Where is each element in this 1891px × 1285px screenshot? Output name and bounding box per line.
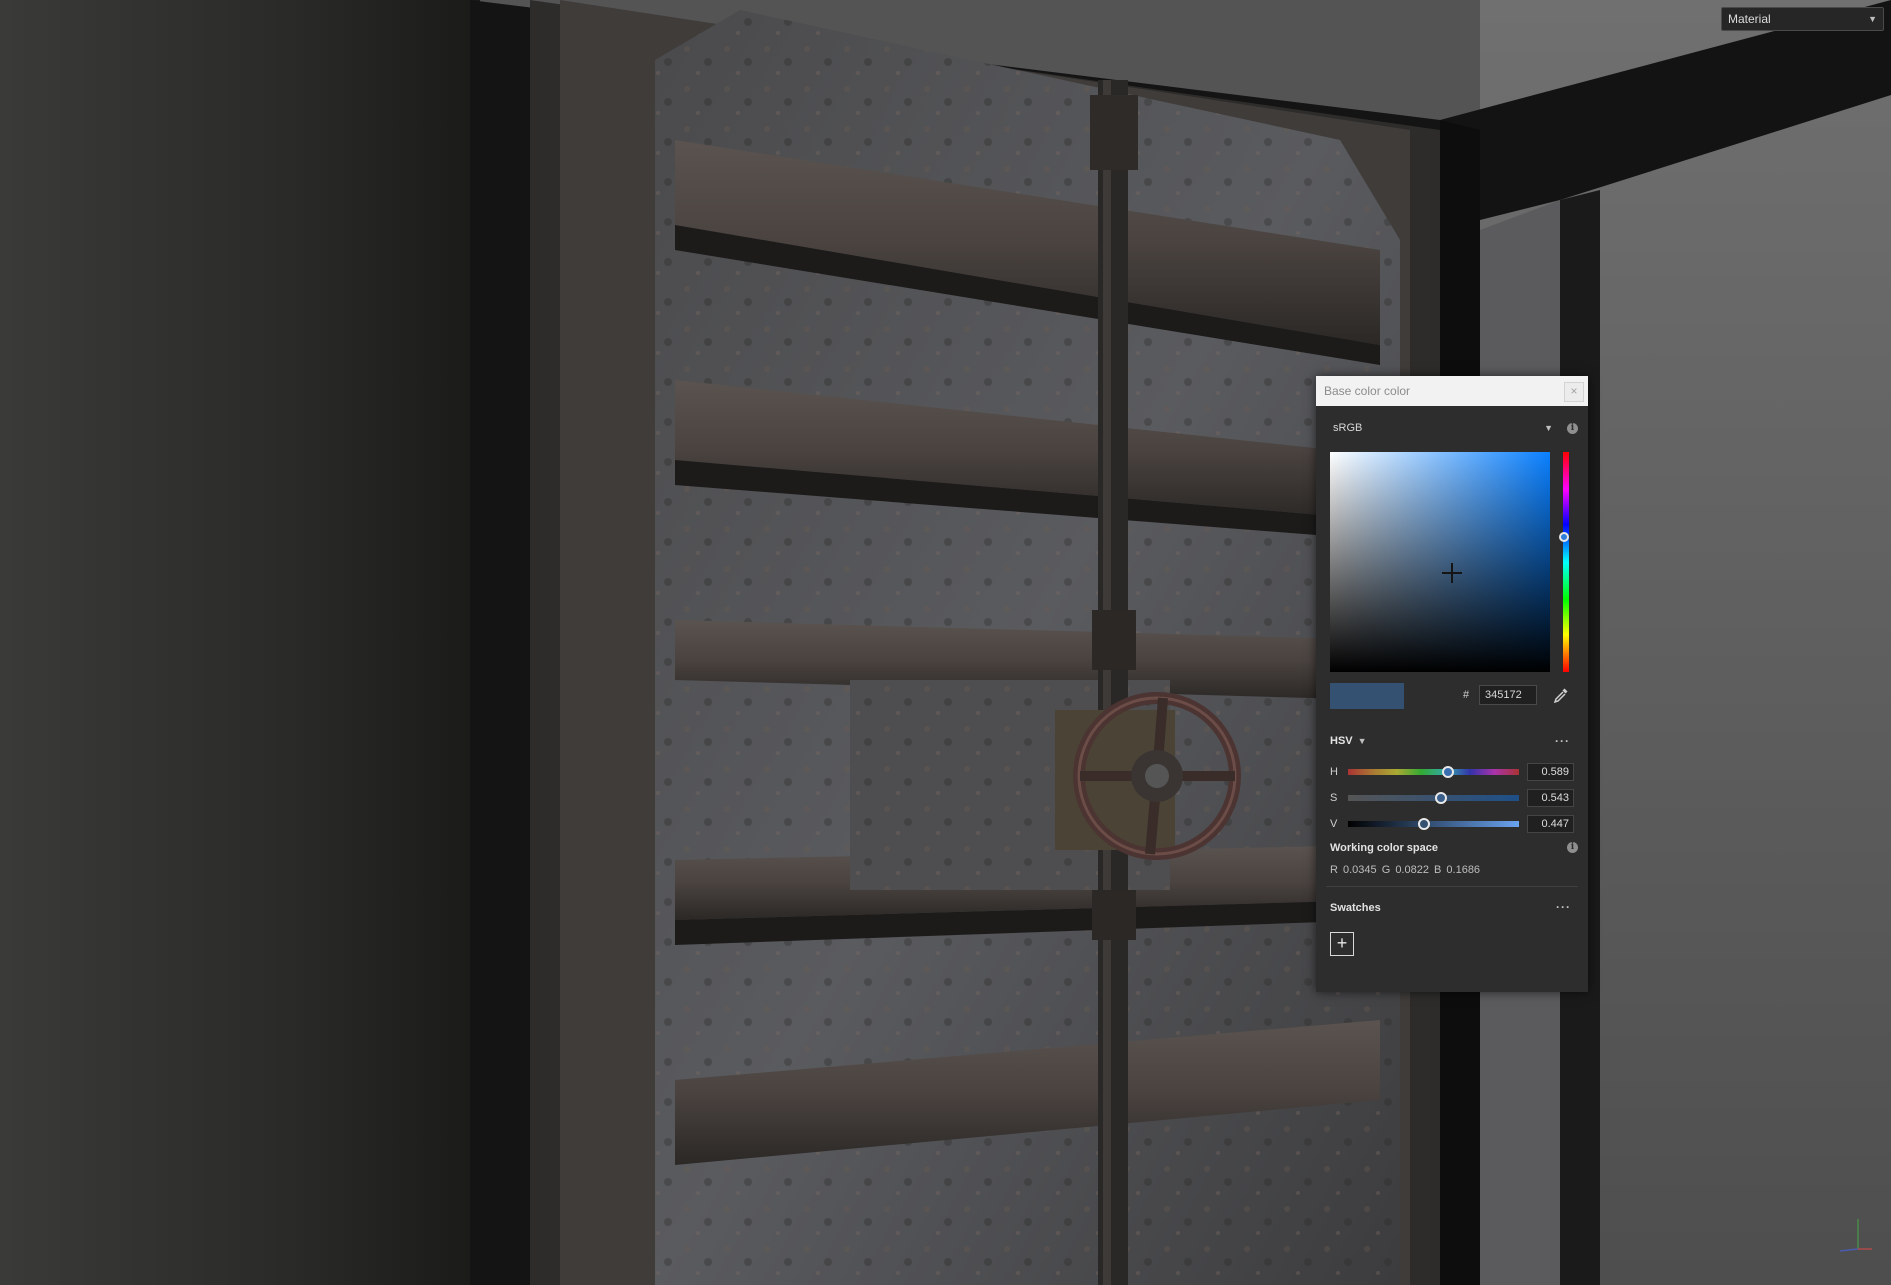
close-button[interactable]: × <box>1564 382 1584 402</box>
slider-label-h: H <box>1330 766 1338 778</box>
chevron-down-icon: ▼ <box>1868 14 1877 24</box>
working-color-space-title: Working color space <box>1330 842 1438 854</box>
picker-title: Base color color <box>1324 384 1411 398</box>
info-icon[interactable]: i <box>1567 842 1578 853</box>
slider-value-h[interactable]: 0.589 <box>1526 763 1574 781</box>
hue-strip[interactable] <box>1563 452 1569 672</box>
slider-h: H 0.589 <box>1330 762 1574 782</box>
saturation-value-picker[interactable] <box>1330 452 1550 672</box>
slider-handle-s[interactable] <box>1434 792 1447 804</box>
current-color-swatch <box>1330 683 1404 709</box>
crosshair-icon[interactable] <box>1442 563 1462 583</box>
eyedropper-icon[interactable] <box>1552 686 1570 704</box>
slider-s: S 0.543 <box>1330 788 1574 808</box>
axis-gizmo-icon <box>1839 1219 1872 1252</box>
swatches-title: Swatches <box>1330 902 1381 914</box>
hue-strip-handle[interactable] <box>1559 532 1569 542</box>
slider-v: V 0.447 <box>1330 814 1574 834</box>
divider <box>1326 886 1578 887</box>
more-dots-icon[interactable]: ··· <box>1555 734 1570 748</box>
slider-track-s[interactable] <box>1347 792 1519 804</box>
color-mode-row: HSV ▼ ··· <box>1330 734 1570 748</box>
working-color-space-values: R 0.0345 G 0.0822 B 0.1686 <box>1330 864 1481 876</box>
close-icon: × <box>1570 384 1578 398</box>
material-select-value: Material <box>1728 12 1771 26</box>
slider-track-v[interactable] <box>1347 818 1519 830</box>
slider-label-v: V <box>1330 818 1338 830</box>
color-space-row: sRGB ▼ i <box>1333 422 1578 434</box>
info-icon[interactable]: i <box>1567 422 1578 434</box>
more-dots-icon[interactable]: ··· <box>1556 900 1571 914</box>
slider-value-s[interactable]: 0.543 <box>1526 789 1574 807</box>
picker-titlebar[interactable]: Base color color × <box>1316 376 1588 406</box>
slider-label-s: S <box>1330 792 1338 804</box>
material-select[interactable]: Material ▼ <box>1721 7 1884 31</box>
hex-hash-label: # <box>1463 689 1470 701</box>
hex-input[interactable] <box>1479 685 1537 705</box>
viewport-scene <box>0 0 1891 1285</box>
slider-handle-v[interactable] <box>1418 818 1431 830</box>
color-space-select[interactable]: sRGB <box>1333 422 1544 434</box>
chevron-down-icon[interactable]: ▼ <box>1544 423 1553 433</box>
chevron-down-icon[interactable]: ▼ <box>1358 736 1555 746</box>
color-mode-select[interactable]: HSV <box>1330 735 1353 747</box>
slider-handle-h[interactable] <box>1442 766 1455 778</box>
3d-viewport[interactable] <box>0 0 1891 1285</box>
slider-value-v[interactable]: 0.447 <box>1526 815 1574 833</box>
color-picker-panel: Base color color × sRGB ▼ i # HSV ▼ ··· … <box>1316 376 1588 992</box>
slider-track-h[interactable] <box>1347 766 1519 778</box>
add-swatch-button[interactable]: + <box>1330 932 1354 956</box>
